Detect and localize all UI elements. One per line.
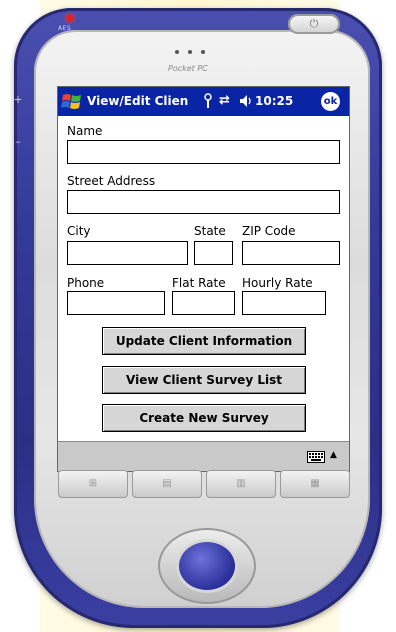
hardware-button-bar: ⊞ ▤ ▥ ▦ — [58, 470, 350, 500]
create-survey-button[interactable]: Create New Survey — [102, 404, 306, 432]
volume-icon[interactable] — [239, 94, 253, 108]
city-field[interactable] — [67, 241, 188, 265]
state-label: State — [194, 224, 226, 238]
menu-bar: ▲ — [58, 441, 349, 471]
hourly-rate-label: Hourly Rate — [242, 276, 313, 290]
zip-code-field[interactable] — [242, 241, 340, 265]
zip-code-label: ZIP Code — [242, 224, 296, 238]
volume-down-button[interactable]: – — [12, 135, 24, 149]
speaker-hole — [188, 50, 192, 54]
state-field[interactable] — [194, 241, 233, 265]
phone-field[interactable] — [67, 291, 165, 315]
speaker-hole — [175, 50, 179, 54]
hardware-key[interactable]: ⊞ — [58, 470, 128, 498]
clock[interactable]: 10:25 — [255, 94, 293, 108]
keyboard-icon[interactable] — [307, 451, 325, 463]
navigation-center-button[interactable] — [179, 542, 235, 590]
view-survey-list-button[interactable]: View Client Survey List — [102, 366, 306, 394]
street-address-field[interactable] — [67, 190, 340, 214]
city-label: City — [67, 224, 91, 238]
hourly-rate-field[interactable] — [242, 291, 326, 315]
connectivity-icon[interactable]: ⇄ — [219, 93, 230, 108]
speaker-hole — [201, 50, 205, 54]
hardware-key[interactable]: ▤ — [132, 470, 202, 498]
device-screen: View/Edit Clien ⇄ 10:25 ok Name Street A… — [57, 86, 350, 472]
update-client-button[interactable]: Update Client Information — [102, 327, 306, 355]
phone-label: Phone — [67, 276, 105, 290]
ok-button[interactable]: ok — [321, 92, 340, 111]
name-label: Name — [67, 124, 103, 138]
input-panel-arrow-icon[interactable]: ▲ — [330, 450, 337, 460]
led-label: AES — [58, 25, 72, 32]
flat-rate-label: Flat Rate — [172, 276, 226, 290]
flat-rate-field[interactable] — [172, 291, 235, 315]
street-address-label: Street Address — [67, 174, 156, 188]
hardware-key[interactable]: ▥ — [206, 470, 276, 498]
notification-led — [66, 14, 74, 22]
brand-label: Pocket PC — [168, 64, 208, 73]
windows-start-icon[interactable] — [61, 91, 83, 112]
power-button[interactable]: ⏻ — [288, 14, 340, 34]
window-title: View/Edit Clien — [87, 94, 189, 108]
antenna-signal-icon[interactable] — [202, 93, 214, 109]
hardware-key[interactable]: ▦ — [280, 470, 350, 498]
volume-up-button[interactable]: + — [12, 93, 24, 107]
title-bar: View/Edit Clien ⇄ 10:25 ok — [58, 87, 349, 116]
name-field[interactable] — [67, 140, 340, 164]
